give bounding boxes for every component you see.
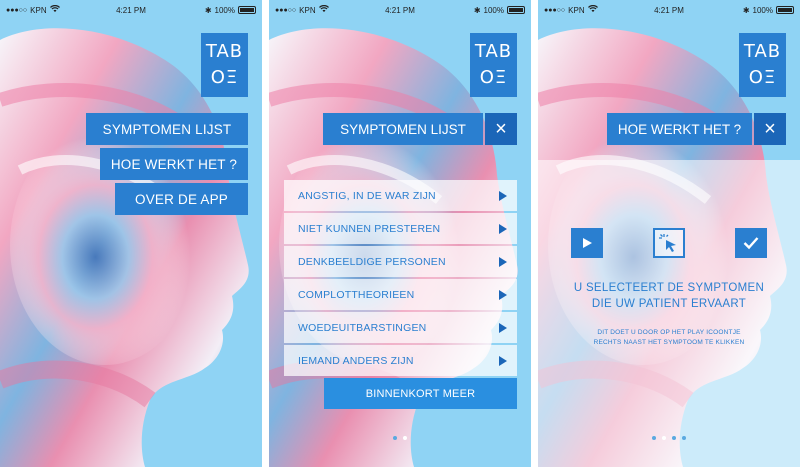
logo-line1: TAB [474,41,513,62]
check-icon [735,228,767,258]
logo-line2: OΞ [479,67,508,88]
carrier-label: KPN [30,5,47,15]
bluetooth-icon: ✱ [742,5,750,15]
how-instructions-line1: DIT DOET U DOOR OP HET PLAY ICOONTJE [597,329,741,336]
list-item[interactable]: COMPLOTTHEORIEEN [284,279,517,310]
list-item[interactable]: DENKBEELDIGE PERSONEN [284,246,517,277]
how-headline-line2: DIE UW PATIENT ERVAART [591,298,747,310]
page-dot[interactable] [672,436,676,440]
menu-about-app-button[interactable]: OVER DE APP [115,183,248,215]
battery-label: 100% [752,5,773,15]
page-dot[interactable] [652,436,656,440]
logo-line1: TAB [205,41,244,62]
close-icon: × [495,117,507,140]
signal-icon: ●●●○○ [275,6,297,14]
list-item[interactable]: WOEDEUITBARSTINGEN [284,312,517,343]
signal-icon: ●●●○○ [6,6,28,14]
how-instructions-line2: RECHTS NAAST HET SYMPTOOM TE KLIKKEN [593,339,745,346]
battery-icon [238,6,256,14]
battery-icon [507,6,525,14]
page-dot[interactable] [682,436,686,440]
page-dot-active[interactable] [662,436,666,440]
play-icon[interactable] [499,355,507,366]
page-title: HOE WERKT HET ? [607,113,752,145]
app-logo[interactable]: TAB OΞ [470,33,517,97]
menu-how-it-works-button[interactable]: HOE WERKT HET ? [100,148,248,180]
signal-icon: ●●●○○ [544,6,566,14]
page-title: SYMPTOMEN LIJST [323,113,483,145]
battery-label: 100% [483,5,504,15]
wifi-icon [587,4,598,15]
app-logo[interactable]: TAB OΞ [201,33,248,97]
page-dot[interactable] [393,436,397,440]
symptom-label: COMPLOTTHEORIEEN [298,288,415,301]
battery-label: 100% [214,5,235,15]
play-icon[interactable] [499,223,507,234]
title-bar: HOE WERKT HET ? × [607,113,786,145]
pointer-click-icon [653,228,685,258]
battery-icon [776,6,794,14]
title-bar: SYMPTOMEN LIJST × [323,113,517,145]
carrier-label: KPN [299,5,316,15]
how-headline: U SELECTEERT DE SYMPTOMEN DIE UW PATIENT… [538,280,800,312]
symptom-list: ANGSTIG, IN DE WAR ZIJN NIET KUNNEN PRES… [284,180,517,378]
page-dot-active[interactable] [403,436,407,440]
page-indicator[interactable] [538,436,800,440]
bluetooth-icon: ✱ [204,5,212,15]
logo-line2: OΞ [210,67,239,88]
wifi-icon [318,4,329,15]
carrier-label: KPN [568,5,585,15]
symptom-label: NIET KUNNEN PRESTEREN [298,222,441,235]
screen-home: ●●●○○ KPN 4:21 PM ✱ 100% TAB OΞ SYMPTOME… [0,0,262,467]
how-instructions: DIT DOET U DOOR OP HET PLAY ICOONTJE REC… [538,328,800,348]
play-icon[interactable] [499,289,507,300]
list-item[interactable]: NIET KUNNEN PRESTEREN [284,213,517,244]
list-item[interactable]: ANGSTIG, IN DE WAR ZIJN [284,180,517,211]
menu-symptom-list-button[interactable]: SYMPTOMEN LIJST [86,113,248,145]
screen-how-it-works: ●●●○○ KPN 4:21 PM ✱ 100% TAB OΞ HOE WERK… [538,0,800,467]
close-button[interactable]: × [754,113,786,145]
wifi-icon [49,4,60,15]
list-item[interactable]: IEMAND ANDERS ZIJN [284,345,517,376]
symptom-label: IEMAND ANDERS ZIJN [298,354,414,367]
status-bar: ●●●○○ KPN 4:21 PM ✱ 100% [538,0,800,20]
app-logo[interactable]: TAB OΞ [739,33,786,97]
how-headline-line1: U SELECTEERT DE SYMPTOMEN [573,282,765,294]
symptom-label: ANGSTIG, IN DE WAR ZIJN [298,189,436,202]
close-icon: × [764,117,776,140]
play-icon[interactable] [499,190,507,201]
screen-symptom-list: ●●●○○ KPN 4:21 PM ✱ 100% TAB OΞ SYMPTOME… [269,0,531,467]
play-icon[interactable] [499,322,507,333]
status-bar: ●●●○○ KPN 4:21 PM ✱ 100% [0,0,262,20]
close-button[interactable]: × [485,113,517,145]
symptom-label: DENKBEELDIGE PERSONEN [298,255,446,268]
play-icon[interactable] [499,256,507,267]
play-icon [571,228,603,258]
status-bar: ●●●○○ KPN 4:21 PM ✱ 100% [269,0,531,20]
logo-line1: TAB [743,41,782,62]
bluetooth-icon: ✱ [473,5,481,15]
info-overlay [538,160,800,467]
symptom-label: WOEDEUITBARSTINGEN [298,321,427,334]
coming-soon-button[interactable]: BINNENKORT MEER [324,378,517,409]
page-indicator[interactable] [269,436,531,440]
logo-line2: OΞ [748,67,777,88]
